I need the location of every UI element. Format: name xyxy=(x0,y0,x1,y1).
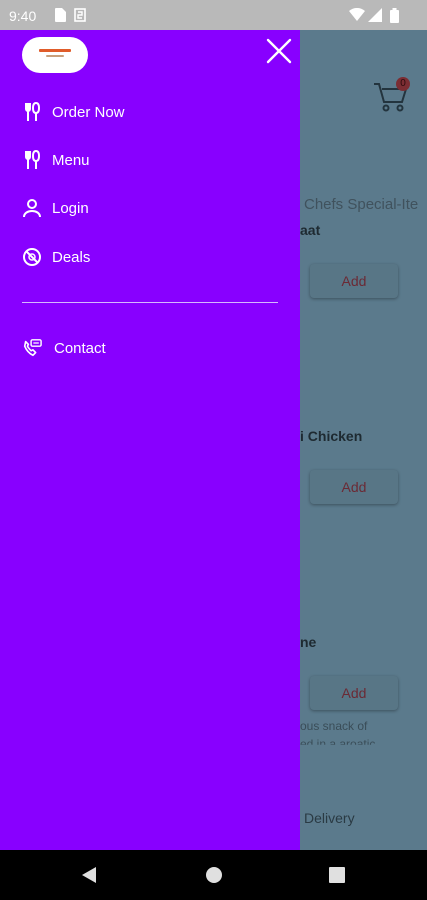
add-button[interactable]: Add xyxy=(310,264,398,298)
menu-item-login[interactable]: Login xyxy=(22,193,89,223)
menu-item-menu[interactable]: Menu xyxy=(22,145,90,175)
sim-card-icon xyxy=(54,8,66,25)
system-navigation-bar xyxy=(0,850,427,900)
item-name: aat xyxy=(300,222,321,238)
utensils-icon xyxy=(22,150,42,170)
add-button[interactable]: Add xyxy=(310,470,398,504)
utensils-icon xyxy=(22,102,42,122)
battery-icon xyxy=(390,8,399,26)
add-button[interactable]: Add xyxy=(310,676,398,710)
status-time: 9:40 xyxy=(9,8,37,24)
item-name: ne xyxy=(300,634,317,650)
signal-icon xyxy=(368,8,382,25)
delivery-label[interactable]: Delivery xyxy=(304,810,355,826)
menu-item-label: Menu xyxy=(52,151,90,169)
wifi-icon xyxy=(349,7,365,25)
no-sign-icon xyxy=(22,247,42,267)
item-description: ous snack of xyxy=(300,719,368,733)
menu-item-label: Login xyxy=(52,199,89,217)
navigation-drawer: Order Now Menu Login Deals Contact xyxy=(0,30,300,850)
close-icon[interactable] xyxy=(266,38,292,64)
phone-icon xyxy=(22,338,42,358)
menu-item-contact[interactable]: Contact xyxy=(22,333,106,363)
cart-count-badge: 0 xyxy=(396,77,410,91)
status-bar: 9:40 xyxy=(0,0,427,30)
menu-item-label: Contact xyxy=(54,339,106,357)
category-tab[interactable]: Chefs Special-Ite xyxy=(304,196,418,213)
back-icon[interactable] xyxy=(81,866,97,889)
divider xyxy=(22,302,278,303)
storage-icon xyxy=(74,8,86,25)
menu-item-label: Order Now xyxy=(52,103,125,121)
menu-item-order-now[interactable]: Order Now xyxy=(22,97,125,127)
menu-item-deals[interactable]: Deals xyxy=(22,242,90,272)
person-icon xyxy=(22,198,42,218)
item-name: i Chicken xyxy=(300,428,363,444)
recents-icon[interactable] xyxy=(329,867,345,888)
logo-mark xyxy=(39,49,71,52)
logo xyxy=(22,37,88,73)
menu-item-label: Deals xyxy=(52,248,91,266)
logo-mark xyxy=(46,55,64,57)
home-icon[interactable] xyxy=(205,866,223,889)
item-description: ed in a aroatic xyxy=(300,737,376,751)
